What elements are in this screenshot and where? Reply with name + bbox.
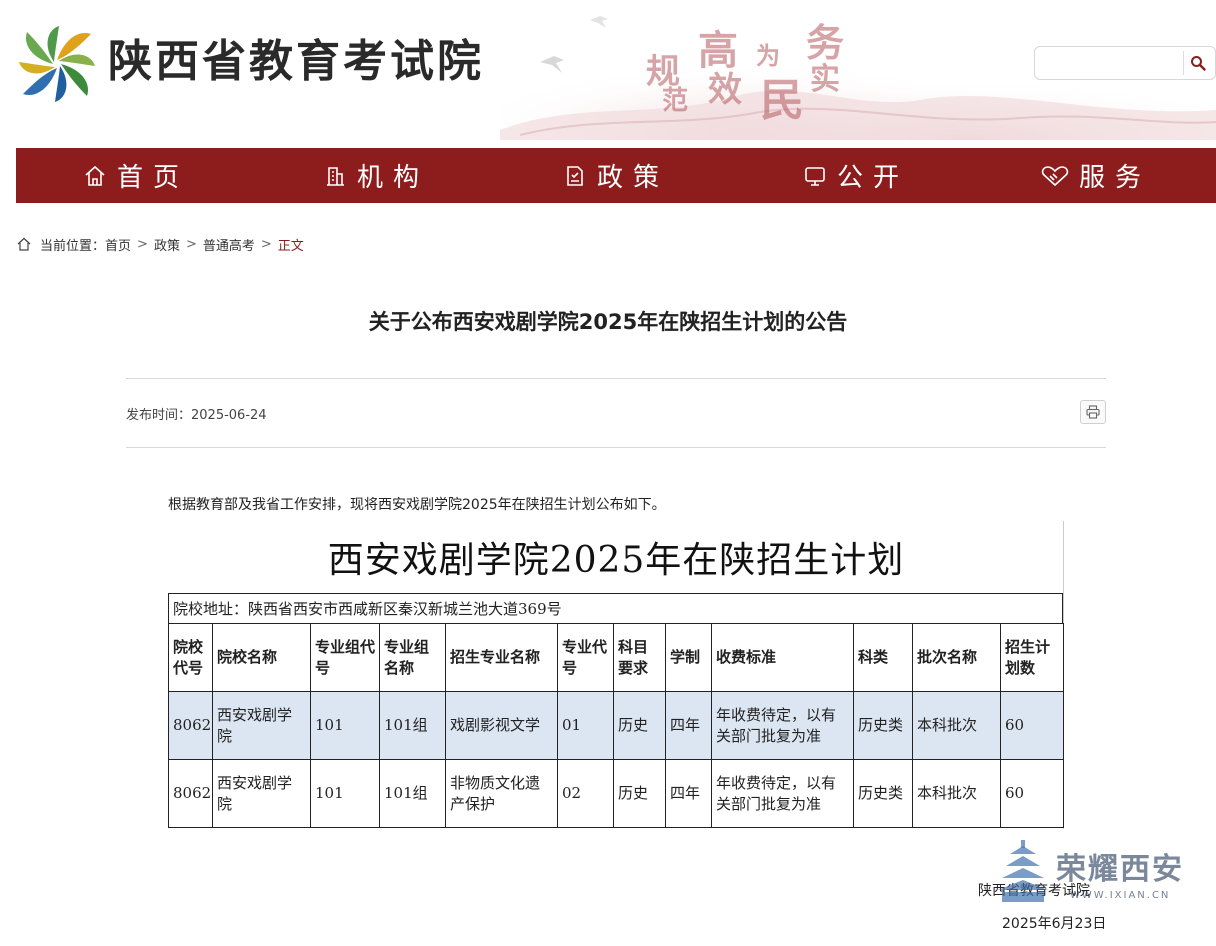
column-header: 学制 [665, 623, 712, 692]
pagoda-icon [998, 840, 1048, 902]
column-header: 招生专业名称 [445, 623, 558, 692]
print-button[interactable] [1080, 400, 1106, 424]
breadcrumb-prefix: 当前位置： [40, 238, 106, 254]
table-cell: 02 [557, 759, 614, 828]
publish-info: 发布时间：2025-06-24 [126, 404, 267, 423]
publish-label: 发布时间： [126, 408, 192, 423]
column-header: 专业组代号 [310, 623, 380, 692]
column-header: 科目要求 [613, 623, 666, 692]
table-cell: 101组 [379, 759, 446, 828]
table-cell: 历史 [613, 759, 666, 828]
table-cell: 四年 [665, 759, 712, 828]
table-cell: 四年 [665, 691, 712, 760]
table-cell: 本科批次 [912, 691, 1001, 760]
slogan-char: 实 [810, 62, 840, 97]
table-cell: 非物质文化遗产保护 [445, 759, 558, 828]
nav-label: 公开 [836, 163, 909, 193]
nav-label: 首页 [116, 163, 189, 193]
home-icon [85, 165, 105, 186]
nav-item-disclosure[interactable]: 公开 [736, 148, 976, 203]
publish-date: 2025-06-24 [191, 408, 267, 423]
table-cell: 101 [310, 759, 380, 828]
nav-label: 服务 [1078, 163, 1151, 193]
article-title: 关于公布西安戏剧学院2025年在陕招生计划的公告 [368, 310, 848, 334]
nav-label: 政策 [596, 163, 669, 193]
table-cell: 历史类 [853, 759, 913, 828]
nav-item-organization[interactable]: 机构 [256, 148, 496, 203]
table-cell: 60 [1000, 691, 1064, 760]
table-cell: 本科批次 [912, 759, 1001, 828]
nav-item-policy[interactable]: 政策 [496, 148, 736, 203]
slogan-char: 范 [662, 86, 689, 116]
column-header: 批次名称 [912, 623, 1001, 692]
column-header: 招生计划数 [1000, 623, 1064, 692]
breadcrumb-separator: > [260, 236, 272, 252]
breadcrumb-policy[interactable]: 政策 [154, 235, 180, 254]
plan-grid: 院校代号 院校名称 专业组代号 专业组名称 招生专业名称 专业代号 科目要求 学… [168, 623, 1064, 828]
nav-item-home[interactable]: 首页 [16, 148, 256, 203]
table-cell: 西安戏剧学院 [212, 759, 311, 828]
breadcrumb: 当前位置： 首页 > 政策 > 普通高考 > 正文 [16, 234, 304, 254]
breadcrumb-separator: > [185, 236, 197, 252]
table-cell: 年收费待定，以有关部门批复为准 [711, 691, 854, 760]
table-cell: 历史类 [853, 691, 913, 760]
watermark-text: 荣耀西安 [1056, 852, 1184, 887]
slogan-char: 效 [708, 70, 742, 110]
intro-paragraph: 根据教育部及我省工作安排，现将西安戏剧学院2025年在陕招生计划公布如下。 [168, 497, 666, 513]
plan-address: 院校地址：陕西省西安市西咸新区秦汉新城兰池大道369号 [168, 593, 1063, 623]
table-cell: 101组 [379, 691, 446, 760]
breadcrumb-gaokao[interactable]: 普通高考 [203, 235, 255, 254]
divider [126, 447, 1106, 448]
table-cell: 西安戏剧学院 [212, 691, 311, 760]
table-cell: 01 [557, 691, 614, 760]
monitor-icon [805, 166, 825, 186]
watermark: 荣耀西安 WWW.IXIAN.CN [996, 838, 1196, 908]
breadcrumb-current: 正文 [277, 238, 304, 254]
watermark-url: WWW.IXIAN.CN [1070, 890, 1171, 901]
table-cell: 戏剧影视文学 [445, 691, 558, 760]
logo-icon[interactable] [16, 20, 98, 106]
search-input[interactable] [1041, 52, 1181, 74]
column-header: 专业组名称 [379, 623, 446, 692]
column-header: 院校名称 [212, 623, 311, 692]
column-header: 科类 [853, 623, 913, 692]
nav-item-service[interactable]: 服务 [976, 148, 1216, 203]
breadcrumb-separator: > [137, 236, 148, 252]
document-icon [567, 165, 583, 186]
breadcrumb-home[interactable]: 首页 [105, 235, 131, 254]
search-box [1034, 46, 1216, 80]
table-cell: 8062 [168, 759, 213, 828]
divider [126, 378, 1106, 379]
home-icon [17, 237, 31, 251]
signature-date: 2025年6月23日 [1002, 916, 1107, 932]
table-header-row: 院校代号 院校名称 专业组代号 专业组名称 招生专业名称 专业代号 科目要求 学… [168, 623, 1064, 692]
column-header: 院校代号 [168, 623, 213, 692]
column-header: 收费标准 [711, 623, 854, 692]
site-name[interactable]: 陕西省教育考试院 [108, 34, 484, 90]
table-row: 8062 西安戏剧学院 101 101组 非物质文化遗产保护 02 历史 四年 … [168, 759, 1064, 828]
table-row: 8062 西安戏剧学院 101 101组 戏剧影视文学 01 历史 四年 年收费… [168, 691, 1064, 760]
slogan-char: 民 [760, 75, 804, 126]
printer-icon [1086, 405, 1100, 419]
handshake-icon [1041, 165, 1069, 186]
table-cell: 8062 [168, 691, 213, 760]
nav-label: 机构 [356, 163, 429, 193]
site-header: 陕西省教育考试院 规 范 高 效 为 民 务 实 [0, 0, 1216, 140]
building-icon [326, 166, 344, 186]
search-button[interactable] [1183, 51, 1211, 75]
table-cell: 60 [1000, 759, 1064, 828]
table-cell: 年收费待定，以有关部门批复为准 [711, 759, 854, 828]
table-cell: 101 [310, 691, 380, 760]
table-cell: 历史 [613, 691, 666, 760]
enrollment-plan-table: 西安戏剧学院2025年在陕招生计划 院校地址：陕西省西安市西咸新区秦汉新城兰池大… [168, 521, 1064, 829]
column-header: 专业代号 [557, 623, 614, 692]
search-icon [1190, 56, 1206, 71]
plan-title: 西安戏剧学院2025年在陕招生计划 [327, 540, 905, 581]
main-nav: 首页 机构 政策 公开 服务 [16, 148, 1216, 203]
